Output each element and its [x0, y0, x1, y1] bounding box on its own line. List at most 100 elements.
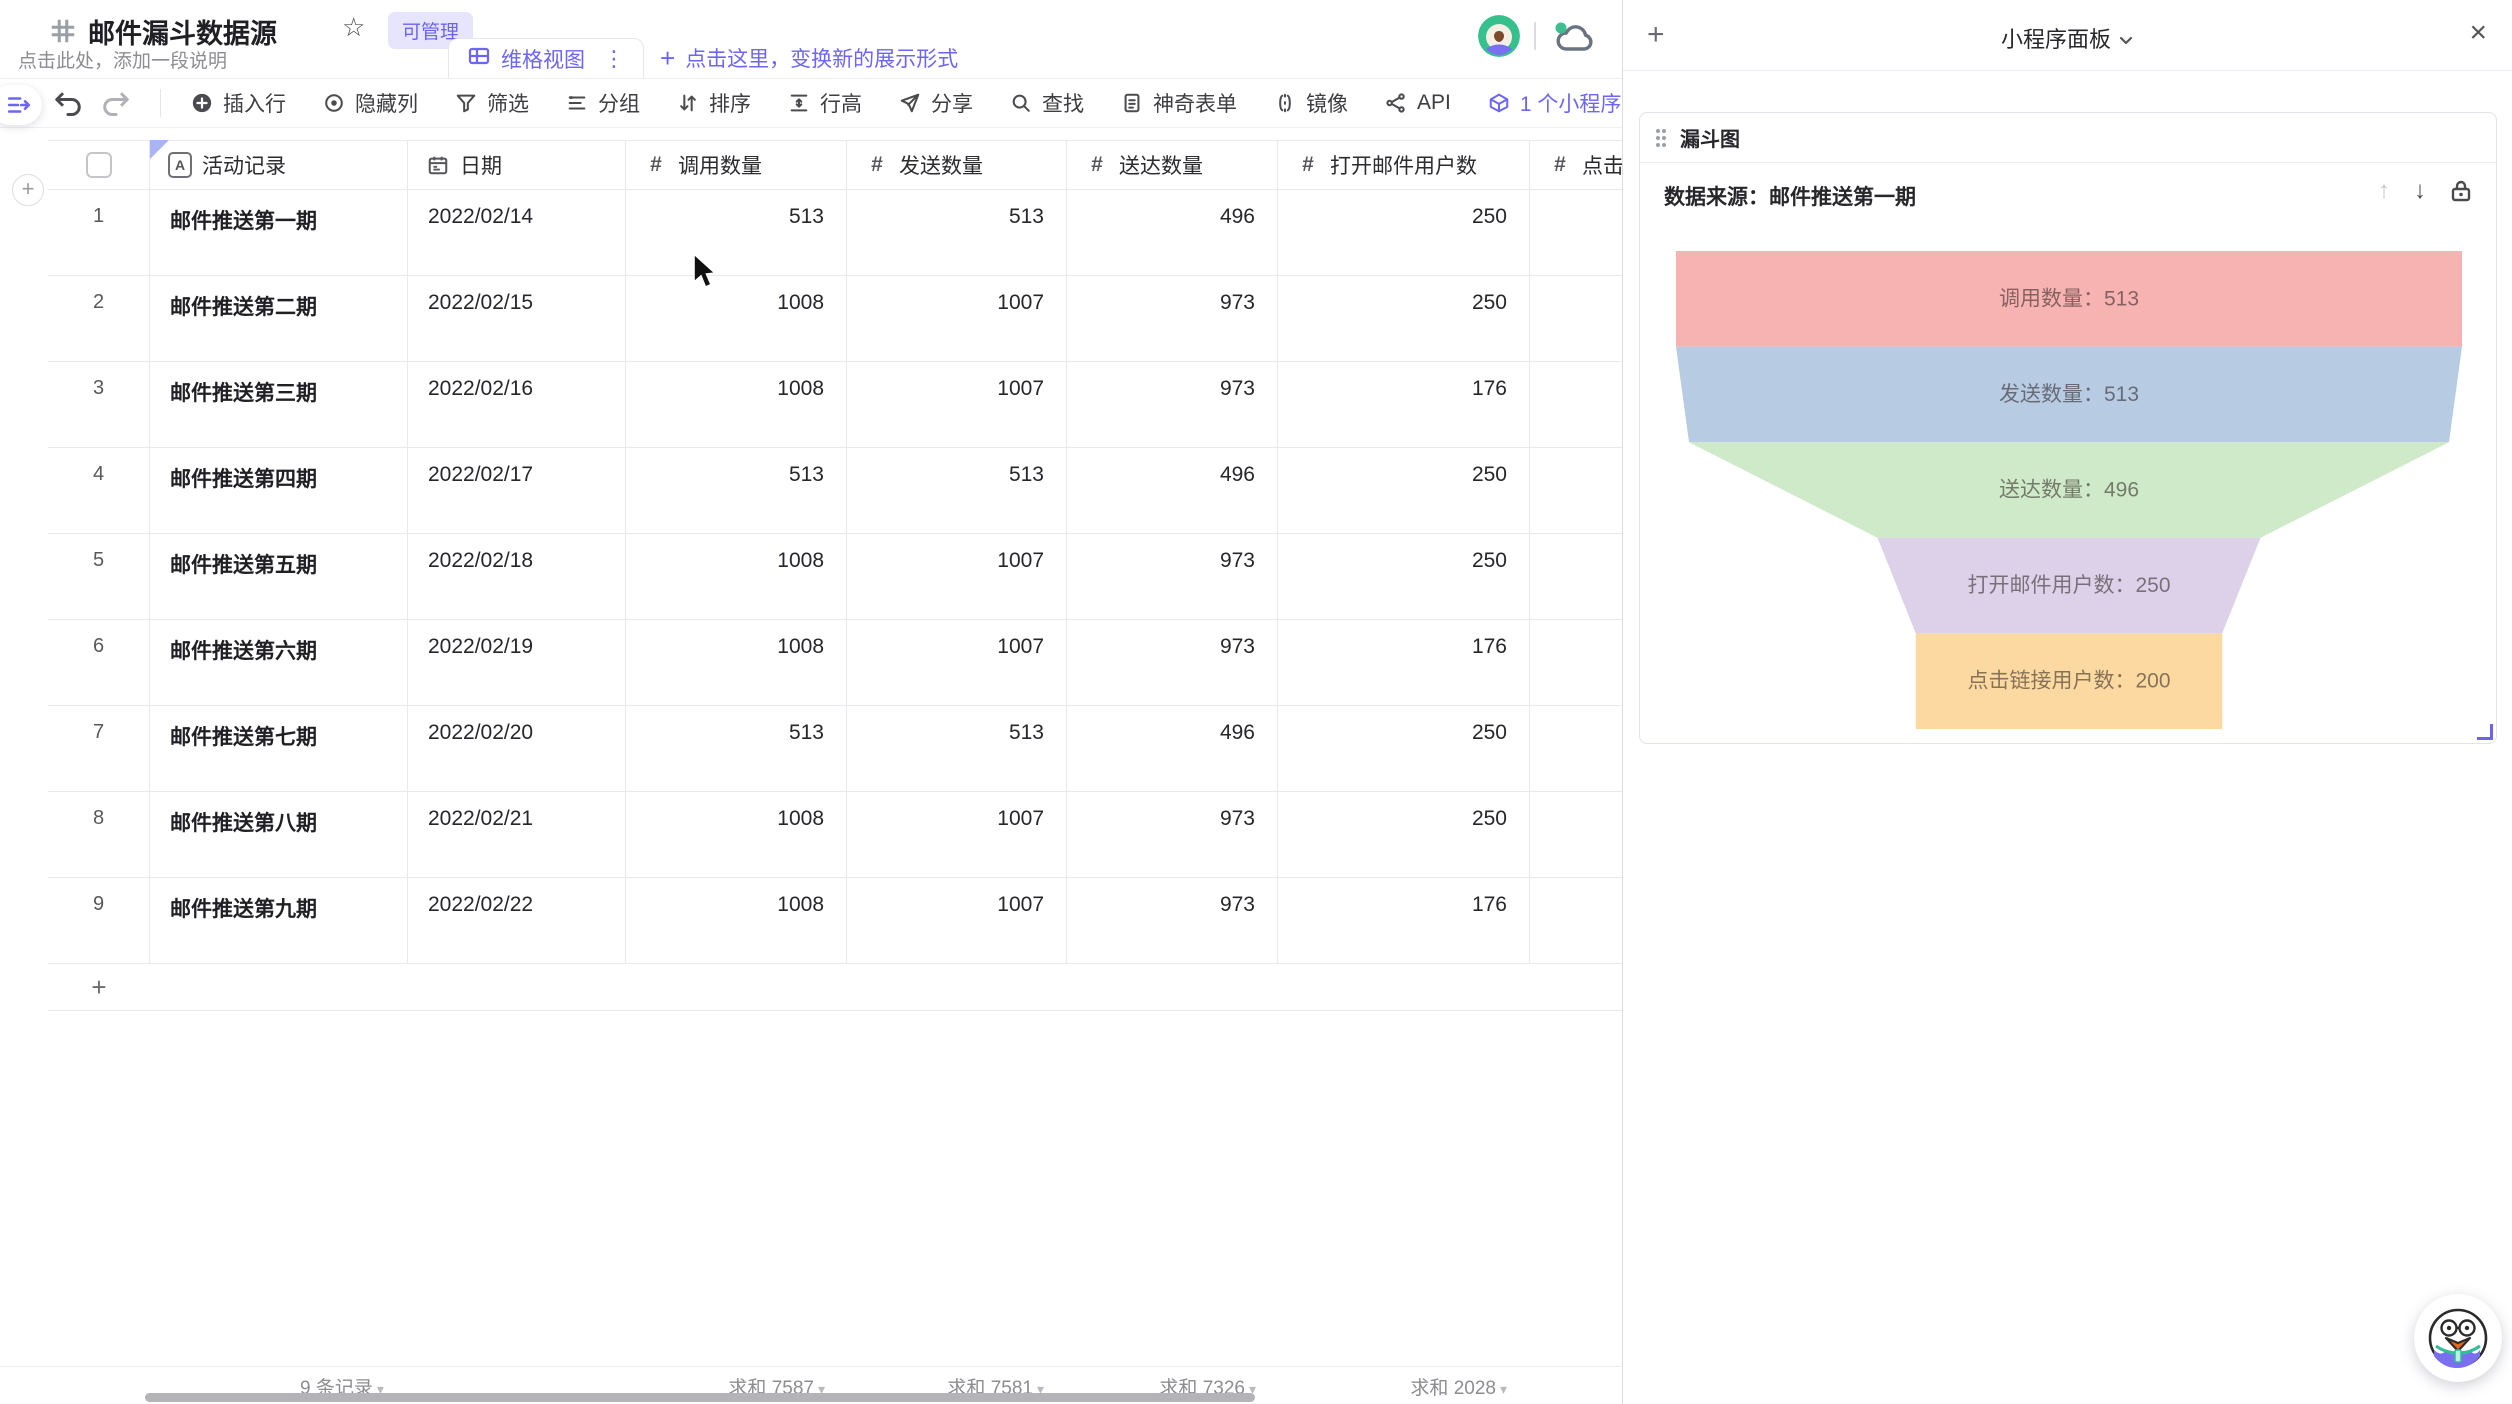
description-placeholder[interactable]: 点击此处，添加一段说明: [18, 46, 227, 73]
cell-activity[interactable]: 邮件推送第六期: [150, 620, 408, 706]
cell-activity[interactable]: 邮件推送第四期: [150, 448, 408, 534]
redo-icon[interactable]: [100, 87, 134, 119]
cell-calls[interactable]: 513: [626, 448, 847, 534]
cell-date[interactable]: 2022/02/15: [408, 276, 626, 362]
cell-delivered[interactable]: 496: [1067, 190, 1278, 276]
user-avatar[interactable]: [1478, 15, 1520, 57]
cell-opened[interactable]: 176: [1278, 362, 1530, 448]
cell-clicked[interactable]: [1530, 448, 1622, 534]
cell-clicked[interactable]: [1530, 878, 1622, 964]
cell-activity[interactable]: 邮件推送第七期: [150, 706, 408, 792]
toolbar-button-group[interactable]: 分组: [565, 88, 640, 118]
widget-panel-title[interactable]: 小程序面板: [1623, 22, 2512, 54]
row-number[interactable]: 8: [48, 792, 150, 878]
column-header[interactable]: #点击链接用户数: [1530, 140, 1622, 190]
lock-icon[interactable]: [2450, 179, 2472, 203]
cell-calls[interactable]: 1008: [626, 276, 847, 362]
cell-activity[interactable]: 邮件推送第九期: [150, 878, 408, 964]
cell-date[interactable]: 2022/02/18: [408, 534, 626, 620]
column-header[interactable]: A活动记录: [150, 140, 408, 190]
drag-handle-icon[interactable]: [1654, 127, 1668, 149]
sum-opened[interactable]: 求和 2028▾: [1279, 1373, 1507, 1400]
move-up-icon[interactable]: ↑: [2378, 177, 2390, 205]
cell-opened[interactable]: 250: [1278, 706, 1530, 792]
toolbar-button-filter[interactable]: 筛选: [454, 88, 529, 118]
cell-calls[interactable]: 1008: [626, 362, 847, 448]
cell-calls[interactable]: 513: [626, 190, 847, 276]
tab-add-view[interactable]: + 点击这里，变换新的展示形式: [660, 38, 958, 78]
cell-opened[interactable]: 250: [1278, 276, 1530, 362]
widget-resize-handle[interactable]: [2477, 724, 2493, 740]
select-all-cell[interactable]: [48, 140, 150, 190]
cell-clicked[interactable]: [1530, 534, 1622, 620]
toolbar-button-share[interactable]: 分享: [898, 88, 973, 118]
column-header[interactable]: 日期: [408, 140, 626, 190]
column-header[interactable]: #调用数量: [626, 140, 847, 190]
cell-clicked[interactable]: [1530, 276, 1622, 362]
cell-sent[interactable]: 1007: [847, 620, 1067, 706]
row-number[interactable]: 4: [48, 448, 150, 534]
toolbar-button-find[interactable]: 查找: [1009, 88, 1084, 118]
cell-clicked[interactable]: [1530, 706, 1622, 792]
cell-date[interactable]: 2022/02/14: [408, 190, 626, 276]
tab-more-icon[interactable]: ⋮: [603, 46, 625, 72]
cell-sent[interactable]: 1007: [847, 362, 1067, 448]
insert-row-hover-button[interactable]: +: [12, 174, 44, 206]
cell-calls[interactable]: 1008: [626, 792, 847, 878]
row-number[interactable]: 7: [48, 706, 150, 792]
assistant-mascot[interactable]: [2414, 1294, 2502, 1382]
toolbar-button-form[interactable]: 神奇表单: [1120, 88, 1237, 118]
add-row[interactable]: +: [48, 964, 1622, 1011]
cell-date[interactable]: 2022/02/20: [408, 706, 626, 792]
cell-delivered[interactable]: 496: [1067, 706, 1278, 792]
row-number[interactable]: 5: [48, 534, 150, 620]
toolbar-button-hide-fields[interactable]: 隐藏列: [322, 88, 418, 118]
toolbar-button-mirror[interactable]: 镜像: [1273, 88, 1348, 118]
cell-date[interactable]: 2022/02/16: [408, 362, 626, 448]
cell-delivered[interactable]: 496: [1067, 448, 1278, 534]
cell-date[interactable]: 2022/02/22: [408, 878, 626, 964]
cell-activity[interactable]: 邮件推送第二期: [150, 276, 408, 362]
toolbar-button-api[interactable]: API: [1384, 91, 1451, 115]
cell-opened[interactable]: 250: [1278, 792, 1530, 878]
cell-date[interactable]: 2022/02/21: [408, 792, 626, 878]
cell-calls[interactable]: 1008: [626, 878, 847, 964]
cell-sent[interactable]: 513: [847, 706, 1067, 792]
cell-activity[interactable]: 邮件推送第八期: [150, 792, 408, 878]
cell-sent[interactable]: 513: [847, 448, 1067, 534]
cell-opened[interactable]: 176: [1278, 878, 1530, 964]
cell-clicked[interactable]: [1530, 190, 1622, 276]
column-header[interactable]: #发送数量: [847, 140, 1067, 190]
cell-activity[interactable]: 邮件推送第三期: [150, 362, 408, 448]
cell-opened[interactable]: 250: [1278, 190, 1530, 276]
cell-sent[interactable]: 1007: [847, 878, 1067, 964]
cell-date[interactable]: 2022/02/17: [408, 448, 626, 534]
favorite-star-icon[interactable]: ☆: [342, 12, 365, 43]
close-panel-icon[interactable]: ×: [2469, 16, 2487, 50]
cell-delivered[interactable]: 973: [1067, 620, 1278, 706]
cell-delivered[interactable]: 973: [1067, 878, 1278, 964]
cell-activity[interactable]: 邮件推送第五期: [150, 534, 408, 620]
column-header[interactable]: #打开邮件用户数: [1278, 140, 1530, 190]
row-number[interactable]: 9: [48, 878, 150, 964]
cell-opened[interactable]: 250: [1278, 448, 1530, 534]
cell-clicked[interactable]: [1530, 792, 1622, 878]
toolbar-button-sort[interactable]: 排序: [676, 88, 751, 118]
cell-calls[interactable]: 513: [626, 706, 847, 792]
expand-sidebar-button[interactable]: [0, 85, 42, 125]
cell-delivered[interactable]: 973: [1067, 792, 1278, 878]
cell-date[interactable]: 2022/02/19: [408, 620, 626, 706]
row-number[interactable]: 3: [48, 362, 150, 448]
cell-delivered[interactable]: 973: [1067, 534, 1278, 620]
cell-clicked[interactable]: [1530, 362, 1622, 448]
move-down-icon[interactable]: ↓: [2414, 177, 2426, 205]
toolbar-button-insert-row[interactable]: 插入行: [190, 88, 286, 118]
cell-opened[interactable]: 176: [1278, 620, 1530, 706]
horizontal-scrollbar[interactable]: [145, 1393, 1255, 1402]
cell-delivered[interactable]: 973: [1067, 362, 1278, 448]
cell-calls[interactable]: 1008: [626, 620, 847, 706]
toolbar-button-row-height[interactable]: 行高: [787, 88, 862, 118]
cell-opened[interactable]: 250: [1278, 534, 1530, 620]
cell-activity[interactable]: 邮件推送第一期: [150, 190, 408, 276]
tab-grid-view[interactable]: 维格视图 ⋮: [448, 38, 644, 78]
